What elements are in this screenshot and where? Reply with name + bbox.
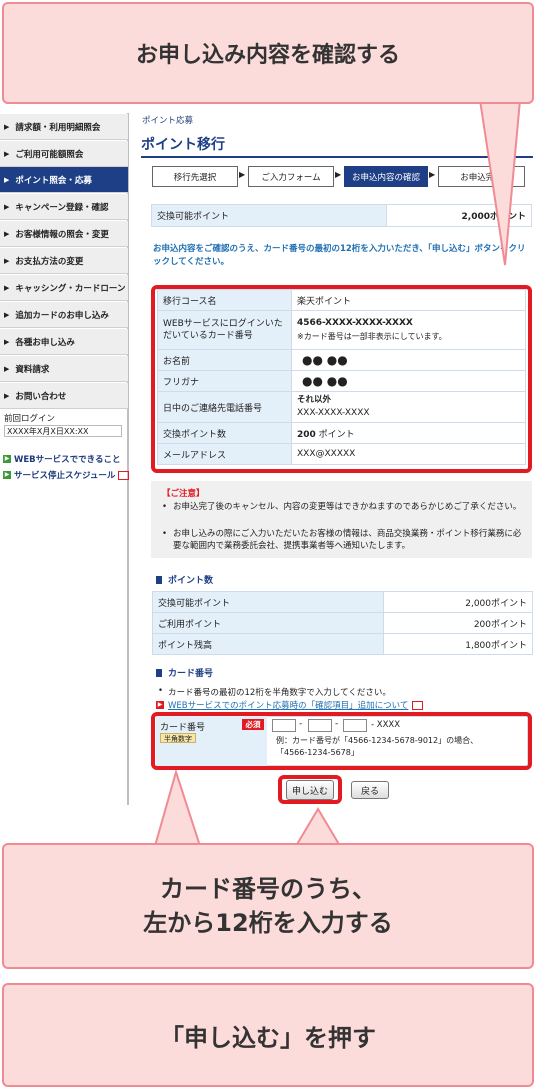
submit-highlight-box: [278, 775, 342, 804]
card-highlight-box: [151, 712, 532, 770]
callout-confirm-contents: お申し込み内容を確認する: [2, 2, 534, 104]
details-highlight-box: [151, 285, 532, 473]
callout-press-submit: 「申し込む」を押す: [2, 983, 534, 1087]
callout-enter-card-number: カード番号のうち、 左から12桁を入力する: [2, 843, 534, 969]
